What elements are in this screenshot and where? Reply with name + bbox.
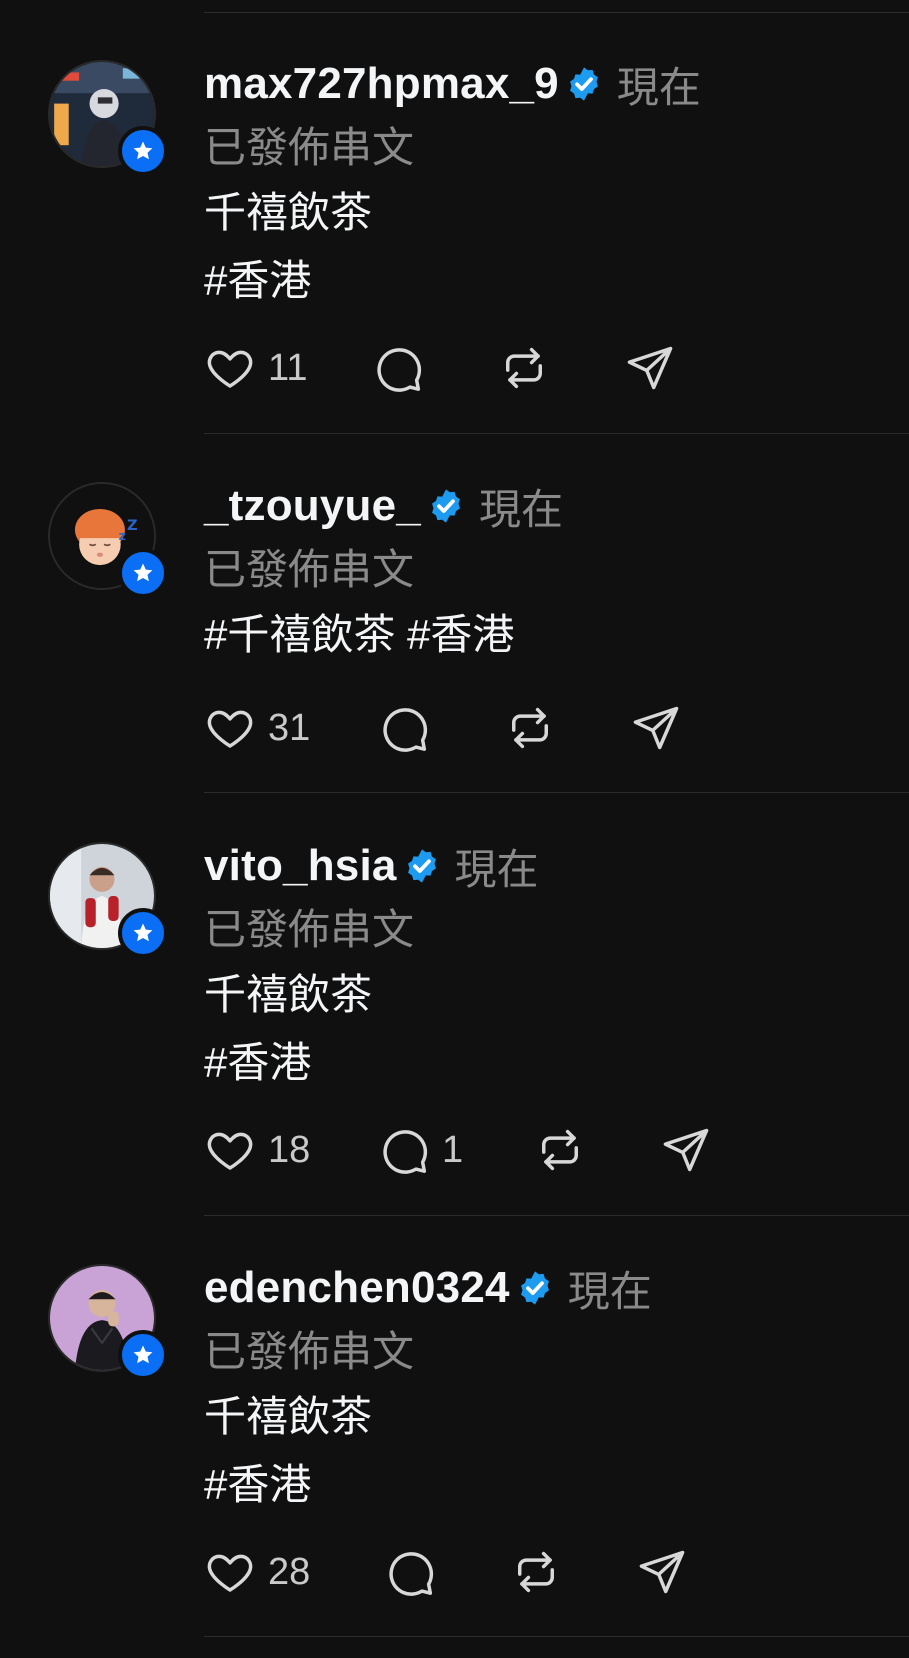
timestamp: 現在 (454, 845, 539, 893)
comment-icon (383, 708, 428, 752)
star-badge (118, 1330, 168, 1380)
like-button[interactable]: 18 (204, 1124, 378, 1176)
divider (204, 12, 909, 13)
send-icon (663, 1128, 709, 1172)
post-header: _tzouyue_ 現在 (204, 478, 909, 534)
post-header: max727hpmax_9 現在 (204, 56, 909, 112)
repost-button[interactable] (534, 1124, 660, 1176)
repost-icon (512, 707, 548, 749)
activity-subtitle: 已發佈串文 (204, 124, 415, 171)
post-hashtag[interactable]: #香港 (204, 1032, 909, 1094)
share-button[interactable] (630, 702, 682, 754)
svg-text:z: z (119, 528, 126, 543)
action-bar: 28 (204, 1546, 688, 1598)
verified-badge-icon (569, 67, 598, 101)
activity-subtitle: 已發佈串文 (204, 546, 415, 593)
post-hashtags[interactable]: #千禧飲茶 #香港 (204, 604, 909, 666)
action-bar: 31 (204, 702, 682, 754)
username[interactable]: max727hpmax_9 (204, 59, 559, 109)
timestamp: 現在 (616, 63, 701, 111)
post-text-line: 千禧飲茶 (204, 971, 373, 1018)
star-badge (118, 126, 168, 176)
like-button[interactable]: 31 (204, 702, 378, 754)
username[interactable]: vito_hsia (204, 841, 397, 891)
divider (204, 1215, 909, 1216)
heart-icon (207, 710, 253, 748)
send-icon (627, 346, 673, 390)
star-icon (133, 141, 153, 160)
divider (204, 1636, 909, 1637)
verified-badge-icon (432, 489, 460, 523)
send-icon (639, 1550, 685, 1594)
post-content: vito_hsia 現在 已發佈串文 千禧飲茶 #香港 (204, 838, 909, 1094)
activity-feed: max727hpmax_9 現在 已發佈串文 千禧飲茶 #香港 11 z Z _… (0, 0, 909, 1658)
star-icon (133, 1345, 153, 1364)
heart-icon (207, 1132, 253, 1170)
post-text-line: 千禧飲茶 (204, 189, 373, 236)
repost-icon (518, 1551, 554, 1593)
reply-button[interactable] (384, 1546, 510, 1598)
timestamp: 現在 (478, 485, 563, 533)
avatar[interactable] (48, 1264, 168, 1380)
reply-button[interactable] (372, 342, 498, 394)
reply-button[interactable]: 1 (378, 1124, 534, 1176)
post-hashtag[interactable]: #香港 (204, 250, 909, 312)
heart-icon (207, 350, 253, 388)
heart-icon (207, 1554, 253, 1592)
username[interactable]: _tzouyue_ (204, 481, 421, 531)
username[interactable]: edenchen0324 (204, 1263, 510, 1313)
avatar[interactable] (48, 842, 168, 958)
like-count: 18 (268, 1128, 311, 1171)
post-header: edenchen0324 現在 (204, 1260, 909, 1316)
like-count: 11 (268, 346, 308, 389)
verified-badge-icon (407, 849, 436, 883)
action-bar: 11 (204, 342, 676, 394)
star-badge (118, 908, 168, 958)
comment-icon (383, 1130, 428, 1174)
like-button[interactable]: 11 (204, 342, 372, 394)
star-icon (133, 563, 153, 582)
post-hashtag[interactable]: #香港 (204, 1454, 909, 1516)
send-icon (633, 706, 679, 750)
post-text-line: 千禧飲茶 (204, 1393, 373, 1440)
activity-subtitle: 已發佈串文 (204, 1328, 415, 1375)
repost-button[interactable] (498, 342, 624, 394)
activity-subtitle: 已發佈串文 (204, 906, 415, 953)
svg-text:Z: Z (127, 517, 138, 534)
star-badge (118, 548, 168, 598)
timestamp: 現在 (567, 1267, 652, 1315)
post-header: vito_hsia 現在 (204, 838, 909, 894)
comment-icon (377, 348, 422, 392)
post-content: edenchen0324 現在 已發佈串文 千禧飲茶 #香港 (204, 1260, 909, 1516)
repost-button[interactable] (504, 702, 630, 754)
reply-button[interactable] (378, 702, 504, 754)
avatar[interactable]: z Z (48, 482, 168, 598)
like-button[interactable]: 28 (204, 1546, 384, 1598)
repost-icon (542, 1129, 578, 1171)
star-icon (133, 923, 153, 942)
like-count: 31 (268, 706, 311, 749)
repost-icon (506, 347, 542, 389)
verified-badge-icon (520, 1271, 549, 1305)
post-content: _tzouyue_ 現在 已發佈串文 #千禧飲茶 #香港 (204, 478, 909, 666)
avatar[interactable] (48, 60, 168, 176)
share-button[interactable] (636, 1546, 688, 1598)
share-button[interactable] (660, 1124, 712, 1176)
like-count: 28 (268, 1550, 311, 1593)
share-button[interactable] (624, 342, 676, 394)
post-content: max727hpmax_9 現在 已發佈串文 千禧飲茶 #香港 (204, 56, 909, 312)
comment-icon (389, 1552, 434, 1596)
reply-count: 1 (442, 1128, 464, 1171)
divider (204, 792, 909, 793)
repost-button[interactable] (510, 1546, 636, 1598)
action-bar: 18 1 (204, 1124, 712, 1176)
divider (204, 433, 909, 434)
